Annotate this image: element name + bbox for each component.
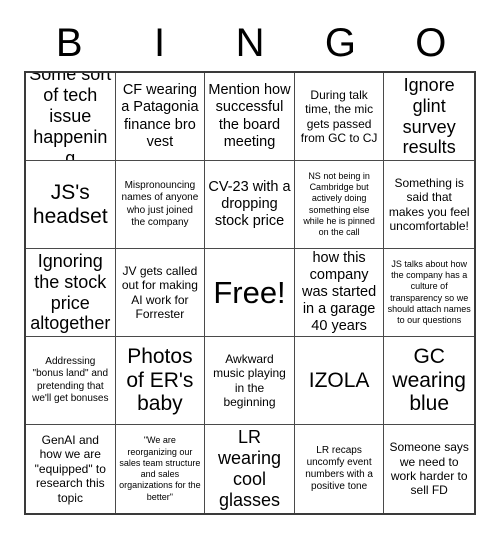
bingo-cell-label: GenAI and how we are "equipped" to resea… bbox=[34, 433, 106, 505]
bingo-cell[interactable]: Awkward music playing in the beginning bbox=[205, 337, 295, 425]
bingo-cell[interactable]: GenAI and how we are "equipped" to resea… bbox=[26, 425, 116, 513]
bingo-cell[interactable]: Photos of ER's baby bbox=[115, 337, 206, 425]
header-letter-i: I bbox=[154, 20, 166, 65]
bingo-cell[interactable]: Ignore glint survey results bbox=[384, 73, 474, 161]
header-letter-b: B bbox=[55, 20, 83, 65]
bingo-cell[interactable]: Someone says we need to work harder to s… bbox=[384, 425, 474, 513]
bingo-cell[interactable]: Mispronouncing names of anyone who just … bbox=[115, 161, 206, 249]
header-letter-n: N bbox=[235, 20, 265, 65]
bingo-cell[interactable]: JS's headset bbox=[26, 161, 116, 249]
header-letter-o: O bbox=[415, 20, 447, 65]
bingo-cell-label: LR recaps uncomfy event numbers with a p… bbox=[305, 444, 373, 493]
bingo-cell-label: JS talks about how the company has a cul… bbox=[387, 258, 471, 325]
bingo-cell-label: Some sort of tech issue happening bbox=[29, 73, 112, 161]
bingo-cell-label: Ignoring the stock price altogether bbox=[30, 250, 111, 334]
bingo-cell-free[interactable]: Free! bbox=[205, 249, 295, 337]
bingo-cell-label: Mispronouncing names of anyone who just … bbox=[121, 180, 199, 228]
bingo-card: B I N G O Some sort of tech issue happen… bbox=[0, 0, 500, 544]
bingo-cell[interactable]: CV-23 with a dropping stock price bbox=[205, 161, 295, 249]
bingo-cell-label: NS not being in Cambridge but actively d… bbox=[303, 170, 375, 237]
bingo-cell-label: Awkward music playing in the beginning bbox=[213, 351, 286, 409]
bingo-cell-label: JV gets called out for making AI work fo… bbox=[121, 263, 198, 321]
bingo-cell-label: Mention how successful the board meeting bbox=[208, 82, 291, 150]
bingo-cell[interactable]: Mention how successful the board meeting bbox=[205, 73, 295, 161]
bingo-cell[interactable]: Addressing "bonus land" and pretending t… bbox=[26, 337, 116, 425]
bingo-cell-label: CF wearing a Patagonia finance bro vest bbox=[121, 82, 199, 150]
bingo-cell[interactable]: LR recaps uncomfy event numbers with a p… bbox=[294, 425, 385, 513]
bingo-cell[interactable]: Something is said that makes you feel un… bbox=[384, 161, 474, 249]
bingo-cell[interactable]: LR wearing cool glasses bbox=[205, 425, 295, 513]
bingo-cell-label: Something is said that makes you feel un… bbox=[388, 175, 470, 233]
bingo-cell-label: Free! bbox=[213, 274, 286, 310]
header-letter-g: G bbox=[324, 20, 356, 65]
bingo-cell-label: Addressing "bonus land" and pretending t… bbox=[32, 356, 109, 404]
bingo-cell[interactable]: During talk time, the mic gets passed fr… bbox=[294, 73, 385, 161]
bingo-cell[interactable]: "We are reorganizing our sales team stru… bbox=[115, 425, 206, 513]
bingo-cell[interactable]: JS talks about how the company has a cul… bbox=[384, 249, 474, 337]
bingo-header: B I N G O bbox=[24, 14, 476, 71]
bingo-cell[interactable]: NS not being in Cambridge but actively d… bbox=[294, 161, 385, 249]
bingo-cell-label: Ignore glint survey results bbox=[402, 74, 456, 158]
bingo-cell[interactable]: Some sort of tech issue happening bbox=[26, 73, 116, 161]
bingo-cell-label: LR wearing cool glasses bbox=[217, 427, 282, 510]
bingo-cell-label: CV-23 with a dropping stock price bbox=[208, 178, 291, 230]
bingo-cell[interactable]: CF wearing a Patagonia finance bro vest bbox=[115, 73, 206, 161]
bingo-cell[interactable]: JV gets called out for making AI work fo… bbox=[115, 249, 206, 337]
bingo-cell-label: IZOLA bbox=[308, 368, 370, 392]
bingo-cell-label: During talk time, the mic gets passed fr… bbox=[300, 87, 378, 145]
bingo-cell-label: "We are reorganizing our sales team stru… bbox=[119, 435, 201, 502]
bingo-cell-label: JS's headset bbox=[32, 180, 108, 228]
bingo-cell[interactable]: Bring up how this company was started in… bbox=[294, 249, 385, 337]
bingo-cell[interactable]: IZOLA bbox=[294, 337, 385, 425]
bingo-cell-label: Photos of ER's baby bbox=[126, 344, 194, 416]
bingo-grid: Some sort of tech issue happening CF wea… bbox=[24, 71, 476, 515]
bingo-cell[interactable]: GC wearing blue bbox=[384, 337, 474, 425]
bingo-cell-label: GC wearing blue bbox=[392, 344, 466, 416]
bingo-cell-label: Bring up how this company was started in… bbox=[302, 249, 377, 336]
bingo-cell[interactable]: Ignoring the stock price altogether bbox=[26, 249, 116, 337]
bingo-cell-label: Someone says we need to work harder to s… bbox=[389, 440, 469, 498]
